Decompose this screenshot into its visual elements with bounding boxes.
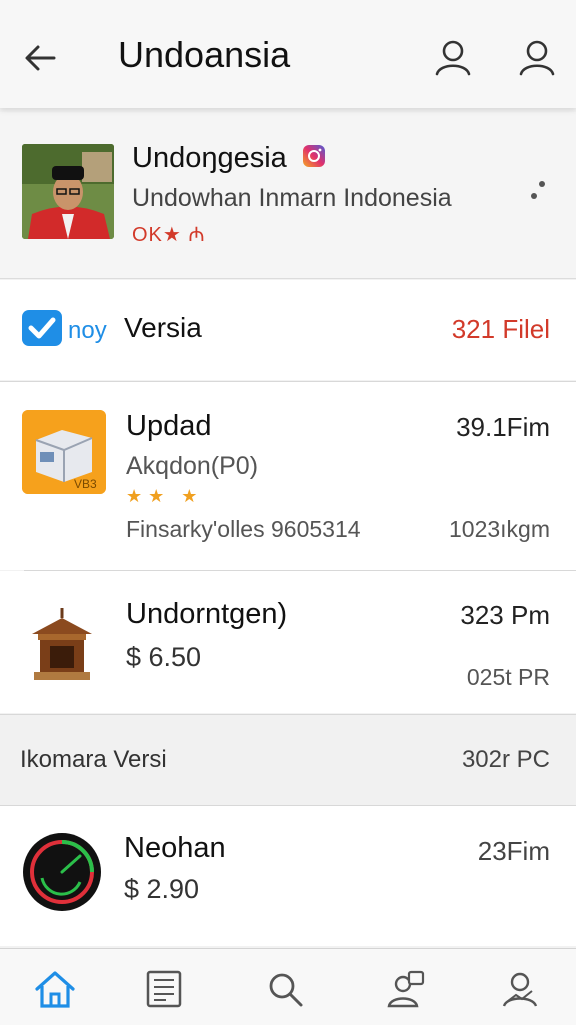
bottom-navigation [0,948,576,1025]
contacts-icon[interactable] [385,969,429,1009]
star-rating: ★★ ★ [126,486,204,506]
section-label: Ikomara Versi [20,746,167,773]
radar-app-icon [23,833,101,911]
temple-icon [32,608,92,680]
top-app-bar: Undoansia [0,0,576,108]
instagram-icon [303,145,325,167]
item-price: $ 6.50 [126,642,202,672]
profile-card[interactable]: Undoŋgesia Undowhan Inmarn Indonesia OK★… [0,112,576,279]
version-meta: 321 Filel [451,314,550,344]
item-title: Neohan [124,832,226,864]
person-icon[interactable] [432,36,474,78]
page-title: Undoansia [118,34,291,75]
item-title: Updad [126,410,212,442]
profile-icon[interactable] [498,969,542,1009]
item-footer: Finsarky'olles 9605314 [126,516,361,542]
version-label: Versia [124,312,202,343]
news-icon[interactable] [142,969,186,1009]
item-time: 39.1Fim [456,412,550,442]
item-size: 1023ıkgm [448,516,550,542]
section-meta: 302r PC [461,746,550,773]
package-badge: VB3 [74,477,97,491]
app-logo-icon: noy [22,310,107,346]
arrow-left-icon[interactable] [20,38,60,78]
search-icon[interactable] [264,969,308,1009]
item-time: 23Fim [477,836,550,866]
profile-rating: OK★ ₼ [132,224,206,246]
avatar [22,144,114,239]
item-price: $ 2.90 [124,874,200,904]
logo-text: noy [68,317,107,344]
item-time: 323 Pm [460,600,550,630]
more-dots-icon[interactable] [528,176,548,206]
package-icon: VB3 [22,410,106,494]
item-title: Undorntgen) [126,598,288,630]
item-subtitle: Akqdon(P0) [126,452,259,480]
profile-name: Undoŋgesia [132,142,287,174]
home-icon[interactable] [33,969,77,1009]
person-icon[interactable] [516,36,558,78]
profile-subtitle: Undowhan Inmarn Indonesia [132,184,452,212]
item-meta: 025t PR [466,664,550,690]
